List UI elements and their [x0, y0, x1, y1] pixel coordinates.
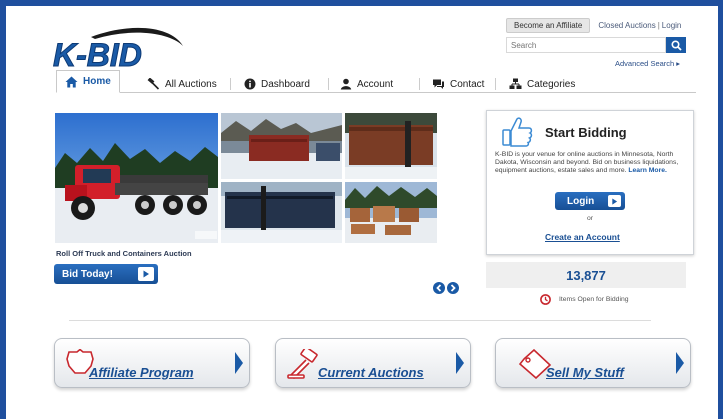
nav-all-auctions-label: All Auctions [165, 78, 217, 90]
login-link[interactable]: Login [662, 21, 682, 30]
nav-divider [328, 78, 329, 90]
nav-categories[interactable]: Categories [509, 76, 575, 92]
affiliate-program-label: Affiliate Program [89, 365, 194, 380]
nav-divider [419, 78, 420, 90]
nav-dashboard-label: Dashboard [261, 78, 310, 90]
nav-account-label: Account [357, 78, 394, 90]
nav-categories-label: Categories [527, 78, 576, 90]
featured-auction-gallery[interactable] [55, 113, 437, 243]
nav-divider [230, 78, 231, 90]
featured-caption[interactable]: Roll Off Truck and Containers Auction [56, 249, 192, 258]
bid-today-label: Bid Today! [62, 268, 113, 280]
link-separator: | [657, 20, 660, 30]
main-nav: Home All Auctions Dashboard Account Cont… [56, 70, 696, 93]
info-icon [244, 78, 256, 90]
lumber-photo[interactable] [345, 182, 437, 243]
search-bar [506, 37, 686, 53]
container-photo-1[interactable] [221, 113, 342, 179]
chevron-right-icon [674, 350, 686, 381]
next-arrow-icon[interactable] [447, 282, 459, 294]
home-icon [65, 76, 78, 88]
items-count: 13,877 [486, 262, 686, 288]
gavel-icon [147, 78, 160, 90]
clock-icon [540, 294, 551, 305]
start-bidding-panel: Start Bidding K-BID is your venue for on… [486, 110, 694, 255]
learn-more-link[interactable]: Learn More. [628, 167, 667, 174]
closed-auctions-link[interactable]: Closed Auctions [598, 21, 655, 30]
chat-icon [432, 78, 445, 90]
affiliate-program-button[interactable]: Affiliate Program [54, 338, 250, 388]
logo-text: K-BID [53, 37, 142, 72]
bid-today-button[interactable]: Bid Today! [54, 264, 158, 284]
items-open-label-row: Items Open for Bidding [540, 294, 629, 305]
section-divider [69, 320, 651, 321]
chevron-right-icon [233, 350, 245, 381]
previous-arrow-icon[interactable] [433, 282, 445, 294]
nav-contact-label: Contact [450, 78, 485, 90]
login-button[interactable]: Login [555, 192, 625, 210]
nav-all-auctions[interactable]: All Auctions [147, 76, 217, 92]
start-bidding-title: Start Bidding [545, 125, 627, 140]
nav-account[interactable]: Account [340, 76, 393, 92]
thumbs-up-icon [501, 114, 535, 153]
top-links: Become an Affiliate Closed Auctions | Lo… [506, 17, 682, 33]
container-photo-3[interactable] [221, 182, 342, 243]
sitemap-icon [509, 78, 522, 90]
nav-divider [495, 78, 496, 90]
kbid-logo[interactable]: K-BID [51, 24, 186, 74]
items-open-label: Items Open for Bidding [559, 296, 629, 303]
become-affiliate-button[interactable]: Become an Affiliate [506, 17, 591, 33]
nav-home[interactable]: Home [56, 70, 120, 93]
create-account-link[interactable]: Create an Account [545, 232, 620, 242]
current-auctions-label: Current Auctions [318, 365, 424, 380]
nav-contact[interactable]: Contact [432, 76, 484, 92]
play-arrow-icon [138, 267, 154, 281]
gavel-icon [286, 346, 320, 384]
search-input[interactable] [506, 37, 666, 53]
nav-dashboard[interactable]: Dashboard [244, 76, 310, 92]
search-button[interactable] [666, 37, 686, 53]
chevron-right-icon [454, 350, 466, 381]
or-text: or [587, 215, 594, 222]
nav-home-label: Home [83, 76, 111, 87]
page-frame: K-BID Become an Affiliate Closed Auction… [6, 6, 718, 419]
start-bidding-description: K-BID is your venue for online auctions … [495, 151, 690, 175]
login-button-label: Login [567, 195, 595, 207]
search-icon [670, 39, 682, 51]
truck-photo[interactable] [55, 113, 218, 243]
user-icon [340, 78, 352, 90]
gallery-arrows [433, 282, 459, 294]
current-auctions-button[interactable]: Current Auctions [275, 338, 471, 388]
sell-my-stuff-button[interactable]: Sell My Stuff [495, 338, 691, 388]
advanced-search-link[interactable]: Advanced Search ▸ [615, 59, 680, 68]
container-photo-2[interactable] [345, 113, 437, 179]
sell-my-stuff-label: Sell My Stuff [546, 365, 624, 380]
play-arrow-icon [608, 195, 621, 207]
nav-underline [56, 92, 696, 93]
